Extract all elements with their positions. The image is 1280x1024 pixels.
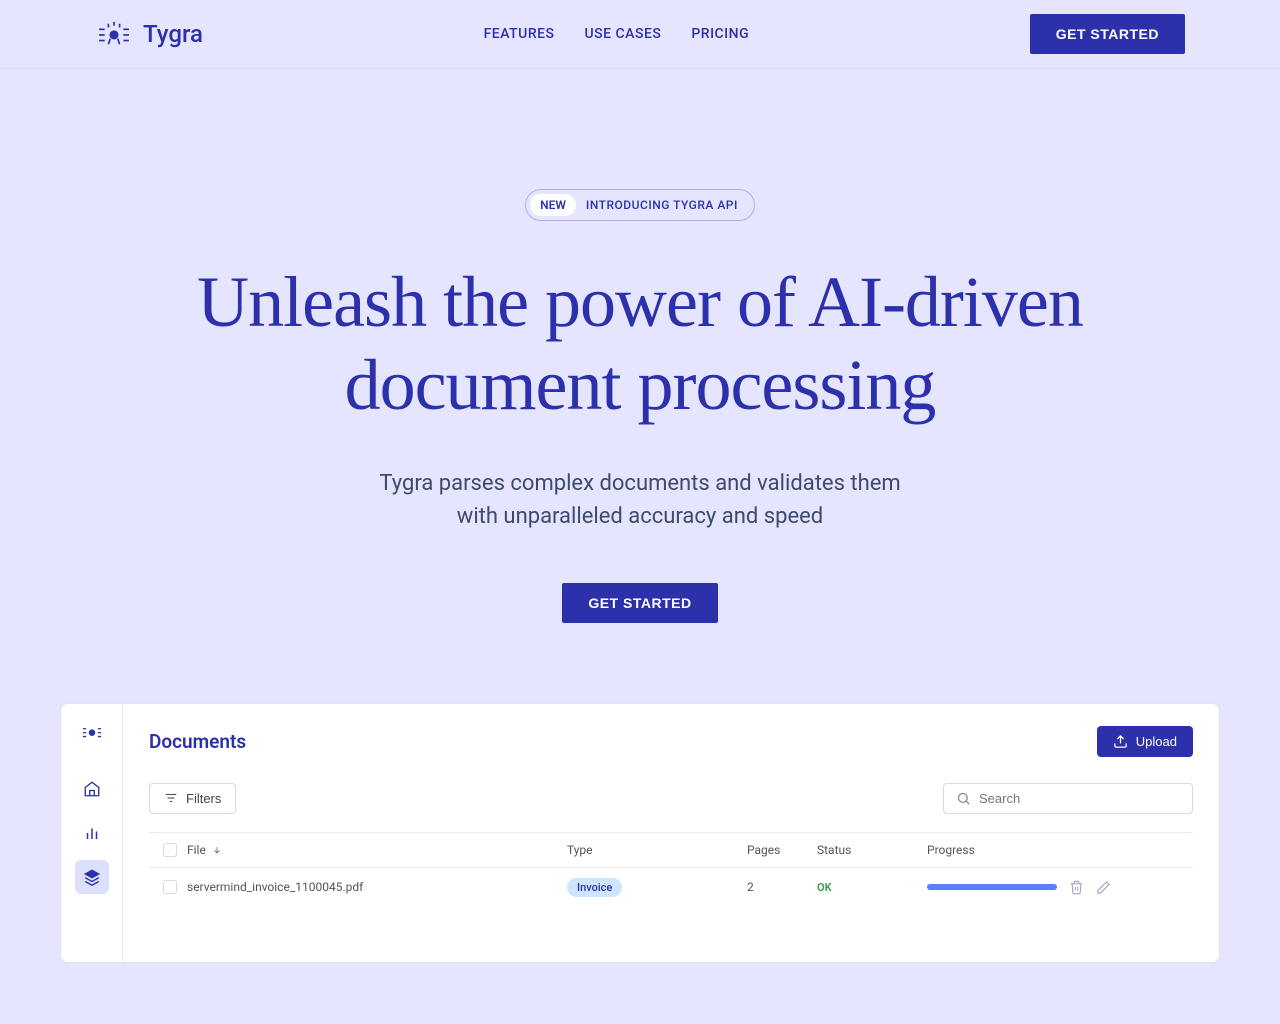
col-header-pages[interactable]: Pages xyxy=(747,843,817,857)
badge-new-label: NEW xyxy=(530,194,576,216)
trash-icon[interactable] xyxy=(1069,880,1084,895)
hero-subtitle: Tygra parses complex documents and valid… xyxy=(60,467,1220,533)
search-box[interactable] xyxy=(943,783,1193,814)
bar-chart-icon xyxy=(83,824,101,842)
layers-icon xyxy=(83,868,101,886)
main-nav: FEATURES USE CASES PRICING xyxy=(484,26,750,42)
sidebar-analytics[interactable] xyxy=(75,816,109,850)
home-icon xyxy=(83,780,101,798)
row-checkbox[interactable] xyxy=(163,880,177,894)
upload-icon xyxy=(1113,734,1128,749)
filter-icon xyxy=(164,791,178,805)
cell-type: Invoice xyxy=(567,878,747,897)
app-header: Documents Upload xyxy=(149,726,1193,757)
select-all-checkbox[interactable] xyxy=(163,843,177,857)
app-toolbar: Filters xyxy=(149,783,1193,814)
site-header: Tygra FEATURES USE CASES PRICING GET STA… xyxy=(0,0,1280,69)
table-header-row: File Type Pages Status Progress xyxy=(149,832,1193,868)
type-chip: Invoice xyxy=(567,878,622,897)
status-badge-ok: OK xyxy=(817,881,832,894)
badge-announcement-text: INTRODUCING TYGRA API xyxy=(586,198,738,212)
cell-pages: 2 xyxy=(747,880,817,894)
cell-status: OK xyxy=(817,880,927,894)
app-main: Documents Upload Filters xyxy=(123,704,1219,962)
filters-button[interactable]: Filters xyxy=(149,783,236,814)
col-header-type[interactable]: Type xyxy=(567,843,747,857)
col-header-file[interactable]: File xyxy=(187,843,567,857)
edit-icon[interactable] xyxy=(1096,880,1111,895)
table-row[interactable]: servermind_invoice_1100045.pdf Invoice 2… xyxy=(149,868,1193,907)
tygra-logo-icon xyxy=(95,20,133,48)
upload-button[interactable]: Upload xyxy=(1097,726,1193,757)
sidebar-logo-icon xyxy=(79,722,105,742)
sidebar-home[interactable] xyxy=(75,772,109,806)
nav-features[interactable]: FEATURES xyxy=(484,26,555,42)
get-started-button[interactable]: GET STARTED xyxy=(1030,14,1185,54)
hero-title: Unleash the power of AI-driven document … xyxy=(60,261,1220,427)
col-header-progress[interactable]: Progress xyxy=(927,843,1179,857)
cell-progress xyxy=(927,880,1179,895)
hero-get-started-button[interactable]: GET STARTED xyxy=(562,583,717,623)
sort-desc-icon xyxy=(212,845,222,855)
app-title: Documents xyxy=(149,730,246,753)
sidebar-documents[interactable] xyxy=(75,860,109,894)
app-preview: Documents Upload Filters xyxy=(60,703,1220,963)
search-input[interactable] xyxy=(979,791,1180,806)
col-header-status[interactable]: Status xyxy=(817,843,927,857)
brand-name: Tygra xyxy=(143,20,203,48)
documents-table: File Type Pages Status Progress servermi… xyxy=(149,832,1193,907)
search-icon xyxy=(956,791,971,806)
announcement-badge[interactable]: NEW INTRODUCING TYGRA API xyxy=(525,189,755,221)
progress-bar xyxy=(927,884,1057,890)
brand-logo[interactable]: Tygra xyxy=(95,20,203,48)
nav-use-cases[interactable]: USE CASES xyxy=(585,26,662,42)
hero-section: NEW INTRODUCING TYGRA API Unleash the po… xyxy=(0,69,1280,703)
nav-pricing[interactable]: PRICING xyxy=(691,26,749,42)
app-sidebar xyxy=(61,704,123,962)
cell-file: servermind_invoice_1100045.pdf xyxy=(187,880,567,894)
